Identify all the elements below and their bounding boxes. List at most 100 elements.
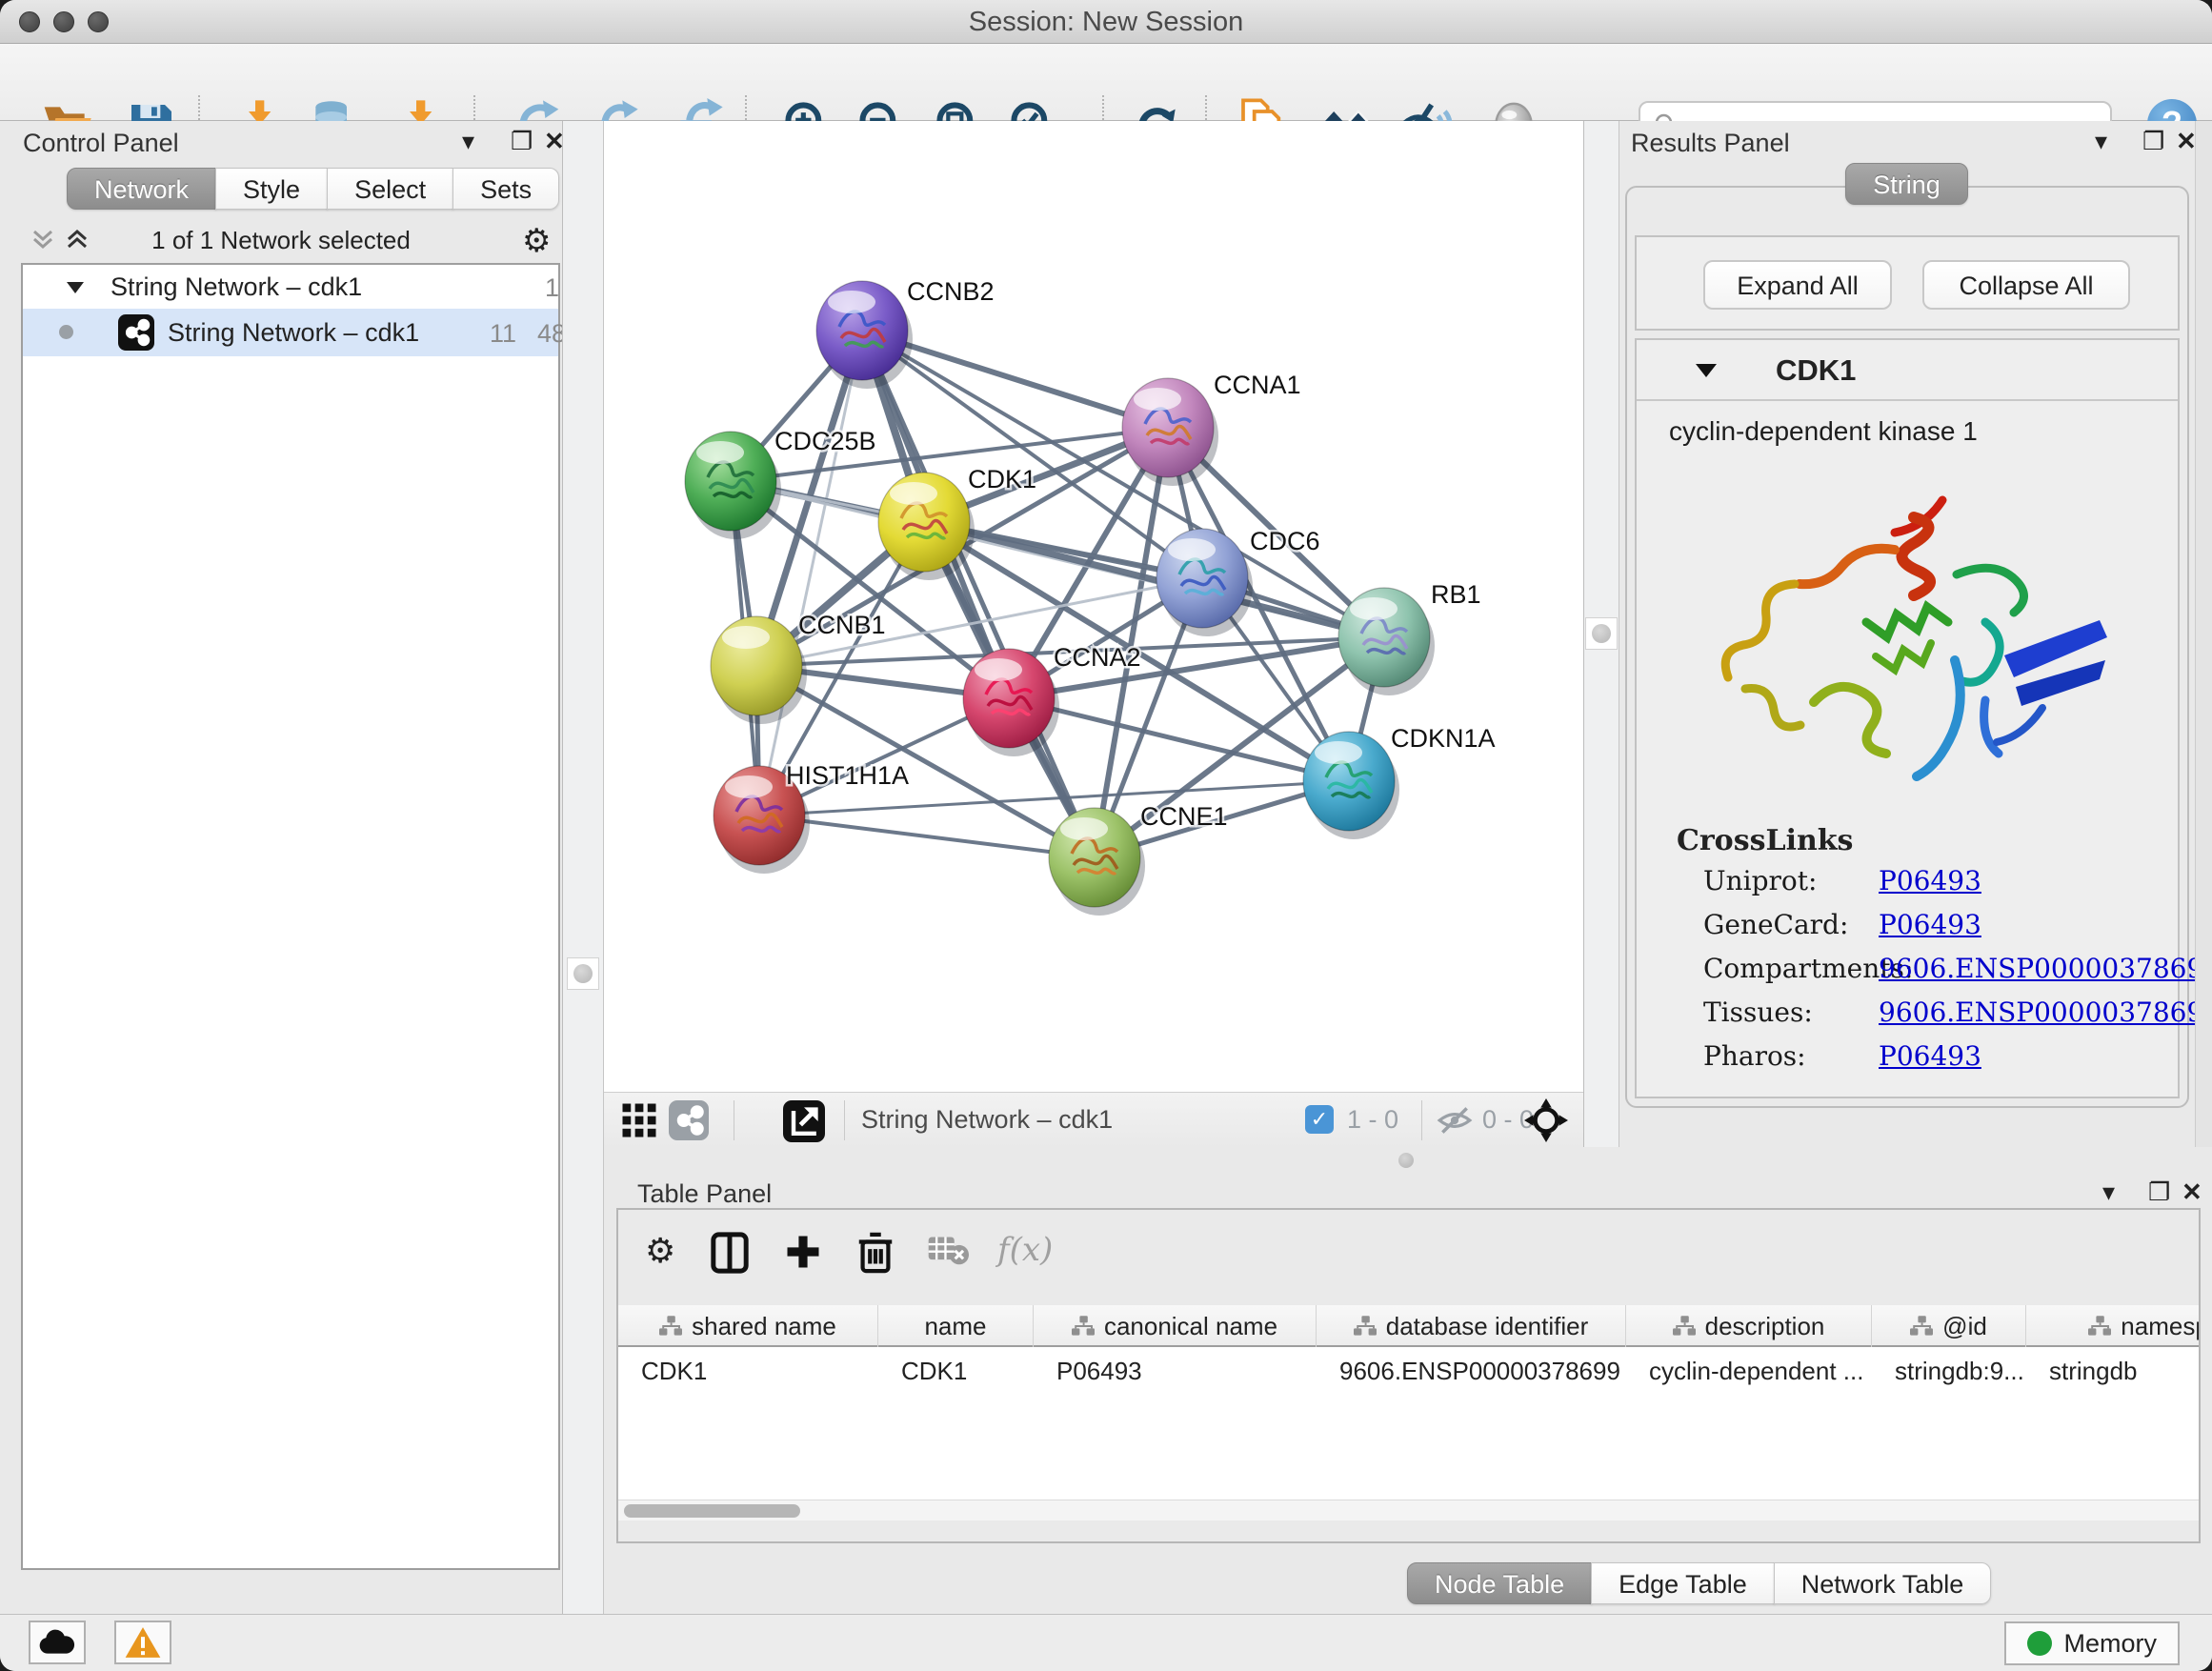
left-splitter[interactable] (562, 121, 604, 1614)
network-label: String Network – cdk1 (168, 318, 419, 348)
collapse-all-button[interactable]: Collapse All (1922, 260, 2130, 310)
tab-select[interactable]: Select (327, 168, 453, 210)
grid-view-icon[interactable] (619, 1100, 659, 1140)
node-CCNA2[interactable] (963, 649, 1059, 756)
panel-close-icon[interactable]: ✕ (2182, 1178, 2202, 1207)
panel-menu-icon[interactable]: ▾ (2095, 127, 2107, 156)
column-header[interactable]: @id (1872, 1305, 2026, 1347)
viewbar-separator (844, 1100, 845, 1140)
node-count: 11 (490, 319, 516, 349)
panel-menu-icon[interactable]: ▾ (2102, 1178, 2115, 1207)
delete-table-icon[interactable] (927, 1231, 969, 1269)
warnings-button[interactable] (114, 1621, 171, 1664)
node-CDKN1A[interactable] (1303, 732, 1399, 839)
memory-label: Memory (2063, 1629, 2157, 1659)
options-gear-icon[interactable]: ⚙ (522, 222, 551, 260)
node-label-CDC6: CDC6 (1250, 527, 1320, 555)
control-panel-tabs: NetworkStyleSelectSets (68, 168, 559, 210)
network-view-title: String Network – cdk1 (861, 1105, 1113, 1135)
left-splitter-handle[interactable] (567, 957, 599, 990)
network-collection-row[interactable]: String Network – cdk1 1 (23, 265, 558, 309)
collection-expand-icon[interactable] (65, 279, 86, 296)
crosslink-link[interactable]: P06493 (1879, 909, 1981, 940)
birdseye-crosshair-icon[interactable] (1524, 1098, 1568, 1142)
column-header[interactable]: database identifier (1317, 1305, 1626, 1347)
node-table: shared namenamecanonical namedatabase id… (618, 1305, 2199, 1520)
node-CDC25B[interactable] (685, 432, 781, 539)
table-cell: stringdb:9... (1872, 1349, 2026, 1391)
tab-string[interactable]: String (1845, 163, 1968, 205)
tab-sets[interactable]: Sets (452, 168, 559, 210)
network-row-selected[interactable]: String Network – cdk1 11 48 (23, 309, 558, 356)
table-row[interactable]: CDK1CDK1P064939606.ENSP00000378699cyclin… (618, 1349, 2199, 1391)
column-header[interactable]: shared name (618, 1305, 878, 1347)
right-splitter[interactable] (1583, 121, 1619, 1147)
table-hscrollbar-thumb[interactable] (624, 1504, 800, 1518)
results-scrollbar-track[interactable] (2195, 121, 2212, 1147)
crosslink-link[interactable]: P06493 (1879, 1040, 1981, 1072)
table-tabs: Node TableEdge TableNetwork Table (1408, 1562, 1991, 1604)
memory-button[interactable]: Memory (2004, 1621, 2180, 1665)
node-CCNA1[interactable] (1122, 378, 1218, 486)
gene-header[interactable]: CDK1 (1637, 340, 2178, 401)
tab-edge-table[interactable]: Edge Table (1591, 1562, 1775, 1604)
node-label-CDC25B: CDC25B (774, 427, 876, 455)
panel-float-icon[interactable]: ❐ (511, 127, 533, 156)
crosslink-row: GeneCard: P06493 (1677, 901, 2153, 945)
selected-count: 1 - 0 (1347, 1105, 1398, 1135)
gene-detail-box: CDK1 cyclin-dependent kinase 1 (1635, 338, 2180, 1098)
table-panel: Table Panel ▾ ❐ ✕ ⚙ f(x) shared namename… (604, 1172, 2212, 1614)
control-panel-header: Control Panel ▾ ❐ ✕ (0, 121, 562, 163)
network-canvas[interactable]: CCNB2CCNA1CDC25BCDK1CDC6RB1CCNB1CCNA2CDK… (604, 121, 1583, 1092)
expand-all-button[interactable]: Expand All (1703, 260, 1892, 310)
node-label-CCNB1: CCNB1 (798, 611, 886, 639)
panel-close-icon[interactable]: ✕ (2176, 127, 2197, 156)
crosslink-link[interactable]: P06493 (1879, 865, 1981, 896)
node-label-RB1: RB1 (1431, 580, 1481, 609)
table-hscrollbar[interactable] (618, 1500, 2199, 1520)
sash-handle[interactable] (1398, 1153, 1414, 1168)
right-splitter-handle[interactable] (1585, 617, 1618, 650)
tab-network-table[interactable]: Network Table (1774, 1562, 1992, 1604)
show-columns-icon[interactable] (710, 1231, 750, 1275)
crosslink-link[interactable]: 9606.ENSP00000378699 (1879, 997, 2212, 1028)
crosslink-label: GeneCard: (1703, 909, 1848, 940)
panel-menu-icon[interactable]: ▾ (462, 127, 474, 156)
string-view-icon[interactable] (669, 1100, 709, 1140)
node-RB1[interactable] (1338, 588, 1435, 695)
panel-float-icon[interactable]: ❐ (2148, 1178, 2170, 1207)
column-header[interactable]: name (878, 1305, 1034, 1347)
cloud-button[interactable] (29, 1621, 86, 1664)
column-header[interactable]: description (1626, 1305, 1872, 1347)
network-view-toolbar: String Network – cdk1 ✓ 1 - 0 0 - 0 (604, 1092, 1583, 1147)
function-builder-icon[interactable]: f(x) (997, 1231, 1053, 1269)
delete-column-icon[interactable] (856, 1231, 895, 1275)
column-header[interactable]: namespace (2026, 1305, 2199, 1347)
selection-status: 1 of 1 Network selected (0, 226, 562, 255)
gene-symbol: CDK1 (1776, 353, 1856, 388)
network-tree: String Network – cdk1 1 String Network –… (21, 263, 560, 1570)
panel-float-icon[interactable]: ❐ (2142, 127, 2164, 156)
crosslink-row: Uniprot:P06493 (1677, 857, 2153, 901)
string-network-icon (118, 314, 154, 351)
cloud-icon (38, 1628, 76, 1657)
node-CDC6[interactable] (1156, 529, 1253, 636)
table-options-gear-icon[interactable]: ⚙ (645, 1231, 675, 1271)
column-header[interactable]: canonical name (1034, 1305, 1317, 1347)
tab-node-table[interactable]: Node Table (1407, 1562, 1592, 1604)
node-CCNB2[interactable] (816, 281, 913, 389)
crosslink-label: Tissues: (1703, 997, 1813, 1028)
node-CDK1[interactable] (878, 473, 975, 580)
window-title: Session: New Session (0, 7, 2212, 38)
title-bar: Session: New Session (0, 0, 2212, 44)
detach-view-icon[interactable] (783, 1100, 825, 1142)
tab-network[interactable]: Network (67, 168, 216, 210)
node-CCNE1[interactable] (1049, 808, 1145, 916)
collapse-gene-icon[interactable] (1694, 361, 1719, 380)
crosslink-row: Pharos:P06493 (1677, 1033, 2153, 1077)
table-panel-sash[interactable] (604, 1147, 2212, 1172)
add-column-icon[interactable] (782, 1231, 824, 1273)
tab-style[interactable]: Style (215, 168, 328, 210)
selected-checkbox-icon[interactable]: ✓ (1305, 1105, 1334, 1134)
crosslink-link[interactable]: 9606.ENSP00000378699 (1879, 953, 2212, 984)
